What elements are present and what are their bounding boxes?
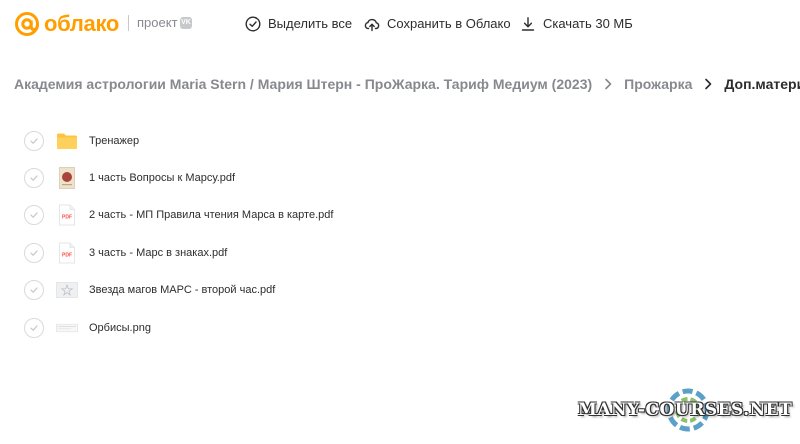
file-thumb: PDF: [56, 242, 78, 264]
pdf-preview-icon: [59, 167, 75, 189]
watermark: MANY-COURSES.NET: [578, 386, 800, 444]
logo-text: облако: [44, 11, 120, 36]
image-preview-icon: [56, 323, 78, 332]
file-name: 2 часть - МП Правила чтения Марса в карт…: [89, 209, 334, 222]
check-icon: [30, 324, 38, 331]
select-checkbox[interactable]: [24, 280, 44, 301]
pdf-file-icon: PDF: [59, 204, 75, 226]
watermark-text: MANY-COURSES.NET: [578, 400, 793, 420]
select-checkbox[interactable]: [24, 130, 44, 151]
file-thumb: [56, 317, 78, 339]
file-row-pdf-3[interactable]: PDF 3 часть - Марс в знаках.pdf: [0, 234, 800, 271]
vk-badge: VK: [180, 17, 192, 29]
chevron-right-icon: [705, 78, 712, 90]
breadcrumb-item-course[interactable]: Академия астрологии Maria Stern / Мария …: [14, 76, 592, 92]
check-icon: [30, 175, 38, 181]
download-label: Скачать 30 МБ: [543, 16, 633, 31]
breadcrumb: Академия астрологии Maria Stern / Мария …: [14, 76, 800, 92]
cloud-logo[interactable]: облако: [14, 11, 119, 37]
chevron-right-icon: [605, 78, 612, 90]
file-name: 1 часть Вопросы к Марсу.pdf: [89, 172, 236, 185]
file-list: Тренажер 1 часть Вопросы к Марсу.pdf PDF…: [0, 122, 800, 346]
check-icon: [30, 250, 38, 256]
select-all-label: Выделить все: [268, 16, 353, 31]
file-name: Тренажер: [89, 134, 140, 147]
breadcrumb-item-prozharka[interactable]: Прожарка: [624, 76, 692, 92]
pdf-badge: PDF: [62, 252, 72, 258]
file-row-pdf-4[interactable]: Звезда магов МАРС - второй час.pdf: [0, 272, 800, 309]
folder-icon: [57, 133, 77, 149]
check-icon: [30, 138, 38, 144]
download-button[interactable]: Скачать 30 МБ: [520, 14, 633, 34]
check-icon: [30, 287, 38, 294]
select-all-button[interactable]: Выделить все: [245, 14, 352, 34]
file-row-pdf-2[interactable]: PDF 2 часть - МП Правила чтения Марса в …: [0, 197, 800, 234]
pdf-badge: PDF: [62, 215, 72, 221]
file-thumb: [56, 130, 78, 152]
logo-divider: [128, 15, 129, 31]
file-row-pdf-1[interactable]: 1 часть Вопросы к Марсу.pdf: [0, 159, 800, 196]
project-label: проект: [137, 15, 178, 30]
file-name: Звезда магов МАРС - второй час.pdf: [89, 284, 276, 297]
select-checkbox[interactable]: [24, 168, 44, 189]
file-row-trenazher[interactable]: Тренажер: [0, 122, 800, 159]
download-icon: [521, 17, 535, 31]
check-icon: [30, 212, 38, 219]
save-to-cloud-button[interactable]: Сохранить в Облако: [364, 14, 511, 34]
select-checkbox[interactable]: [24, 317, 44, 338]
file-thumb: PDF: [56, 204, 78, 226]
check-circle-icon: [245, 16, 261, 32]
select-checkbox[interactable]: [24, 242, 44, 263]
file-thumb: [56, 279, 78, 301]
cloud-upload-icon: [364, 18, 380, 32]
breadcrumb-item-current: Доп.материалы: [724, 76, 800, 92]
save-to-cloud-label: Сохранить в Облако: [387, 16, 511, 31]
top-toolbar: облако проект VK Выделить все Сохранить …: [0, 0, 800, 48]
pdf-preview-icon: [56, 282, 78, 299]
pdf-file-icon: PDF: [59, 242, 75, 264]
file-thumb: [56, 167, 78, 189]
file-name: 3 часть - Марс в знаках.pdf: [89, 246, 228, 259]
at-sign-icon: [15, 12, 39, 36]
file-row-png[interactable]: Орбисы.png: [0, 309, 800, 346]
file-name: Орбисы.png: [89, 321, 151, 334]
select-checkbox[interactable]: [24, 205, 44, 226]
